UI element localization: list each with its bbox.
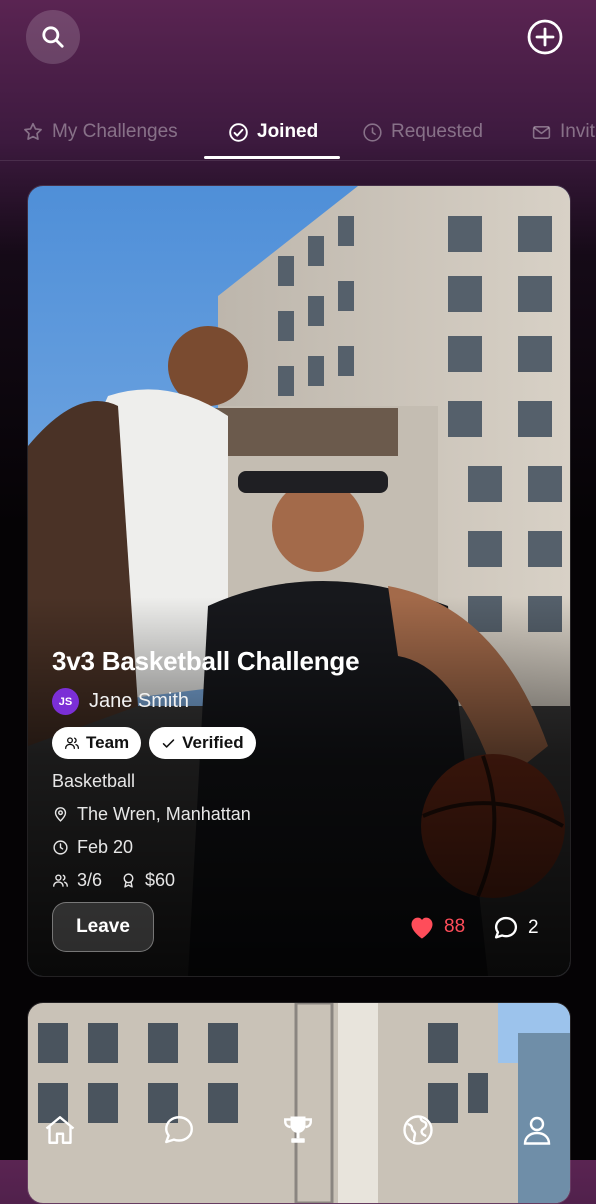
participants-count: 3/6 [77,870,103,890]
check-circle-icon [229,122,248,142]
home-icon [45,1116,75,1144]
organizer[interactable]: JS Jane Smith [52,688,548,715]
bottom-navigation [0,1102,596,1160]
organizer-avatar: JS [52,688,79,715]
location-row: The Wren, Manhattan [52,804,548,825]
date-row: Feb 20 [52,837,548,858]
tab-label: Invit [560,121,595,142]
nav-profile[interactable] [517,1110,557,1150]
challenge-title: 3v3 Basketball Challenge [52,646,360,676]
challenge-badges: Team Verified [52,727,548,759]
challenge-tabs: My Challenges Joined Requested Invit [0,104,596,160]
organizer-name: Jane Smith [89,690,190,712]
prize-amount: $60 [145,870,176,890]
chat-icon [165,1116,193,1144]
nav-chat[interactable] [159,1110,199,1150]
stats-row: 3/6 $60 [52,870,548,891]
search-button[interactable] [26,10,80,64]
card-actions: Leave 88 2 [52,902,548,954]
nav-challenges[interactable] [278,1110,318,1150]
heart-icon [411,917,433,939]
award-icon [123,873,134,888]
tabs-divider [0,160,596,161]
tab-my-challenges[interactable]: My Challenges [22,104,178,160]
header: My Challenges Joined Requested Invit [0,0,596,161]
mail-icon [532,125,551,139]
trophy-icon [284,1116,312,1143]
comment-count: 2 [528,917,539,938]
location-text: The Wren, Manhattan [77,804,251,824]
tab-label: Joined [257,121,319,142]
users-icon [53,874,68,887]
comment-button[interactable]: 2 [492,914,539,942]
tab-invites[interactable]: Invit [531,104,595,160]
clock-icon [53,840,68,855]
add-challenge-button[interactable] [526,18,564,56]
badge-label: Team [86,733,130,752]
nav-home[interactable] [40,1110,80,1150]
tab-label: Requested [391,121,483,142]
badge-label: Verified [182,733,244,752]
search-icon [42,26,64,48]
like-button[interactable]: 88 [408,914,465,940]
comment-icon [494,916,518,939]
verified-badge: Verified [149,727,256,759]
profile-icon [523,1116,551,1145]
users-icon [65,737,79,749]
star-icon [24,122,42,140]
nav-explore[interactable] [398,1110,438,1150]
clock-icon [363,122,382,142]
map-pin-icon [54,807,67,822]
tab-joined[interactable]: Joined [228,104,318,160]
team-badge: Team [52,727,142,759]
tab-requested[interactable]: Requested [362,104,483,160]
challenge-card[interactable]: 3v3 Basketball Challenge JS Jane Smith T… [27,185,571,977]
globe-icon [403,1115,433,1145]
check-icon [162,738,175,748]
plus-circle-icon [527,19,563,55]
leave-button[interactable]: Leave [52,902,154,952]
sport-label: Basketball [52,771,136,791]
challenge-details: 3v3 Basketball Challenge JS Jane Smith T… [52,644,548,891]
tab-label: My Challenges [52,121,178,142]
date-text: Feb 20 [77,837,134,857]
active-tab-indicator [204,156,340,159]
like-count: 88 [444,916,466,937]
